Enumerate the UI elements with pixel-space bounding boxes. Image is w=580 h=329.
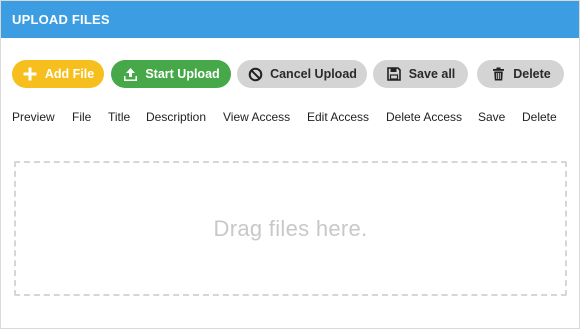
- delete-label: Delete: [513, 67, 551, 81]
- save-all-button[interactable]: Save all: [373, 60, 468, 88]
- drop-zone-hint: Drag files here.: [213, 215, 368, 241]
- delete-button[interactable]: Delete: [477, 60, 564, 88]
- column-delete: Delete: [522, 110, 557, 124]
- add-file-button[interactable]: Add File: [12, 60, 104, 88]
- column-header-row: Preview File Title Description View Acce…: [1, 110, 579, 126]
- column-delete-access: Delete Access: [386, 110, 463, 124]
- column-edit-access: Edit Access: [307, 110, 370, 124]
- column-title: Title: [108, 110, 131, 124]
- cancel-upload-button[interactable]: Cancel Upload: [237, 60, 367, 88]
- panel-title: UPLOAD FILES: [1, 1, 579, 38]
- floppy-disk-icon: [386, 66, 402, 82]
- start-upload-button[interactable]: Start Upload: [111, 60, 231, 88]
- add-file-label: Add File: [44, 67, 95, 81]
- plus-icon: [22, 66, 38, 82]
- cancel-icon: [247, 66, 263, 82]
- column-preview: Preview: [12, 110, 55, 124]
- column-description: Description: [146, 110, 207, 124]
- cancel-upload-label: Cancel Upload: [270, 67, 357, 81]
- save-all-label: Save all: [408, 67, 456, 81]
- file-drop-zone[interactable]: Drag files here.: [14, 161, 567, 296]
- column-file: File: [72, 110, 92, 124]
- column-view-access: View Access: [223, 110, 291, 124]
- upload-icon: [122, 66, 138, 82]
- trash-icon: [490, 66, 506, 82]
- column-save: Save: [478, 110, 506, 124]
- start-upload-label: Start Upload: [145, 67, 220, 81]
- upload-files-panel: UPLOAD FILES Add File Start Upload Cance…: [0, 0, 580, 329]
